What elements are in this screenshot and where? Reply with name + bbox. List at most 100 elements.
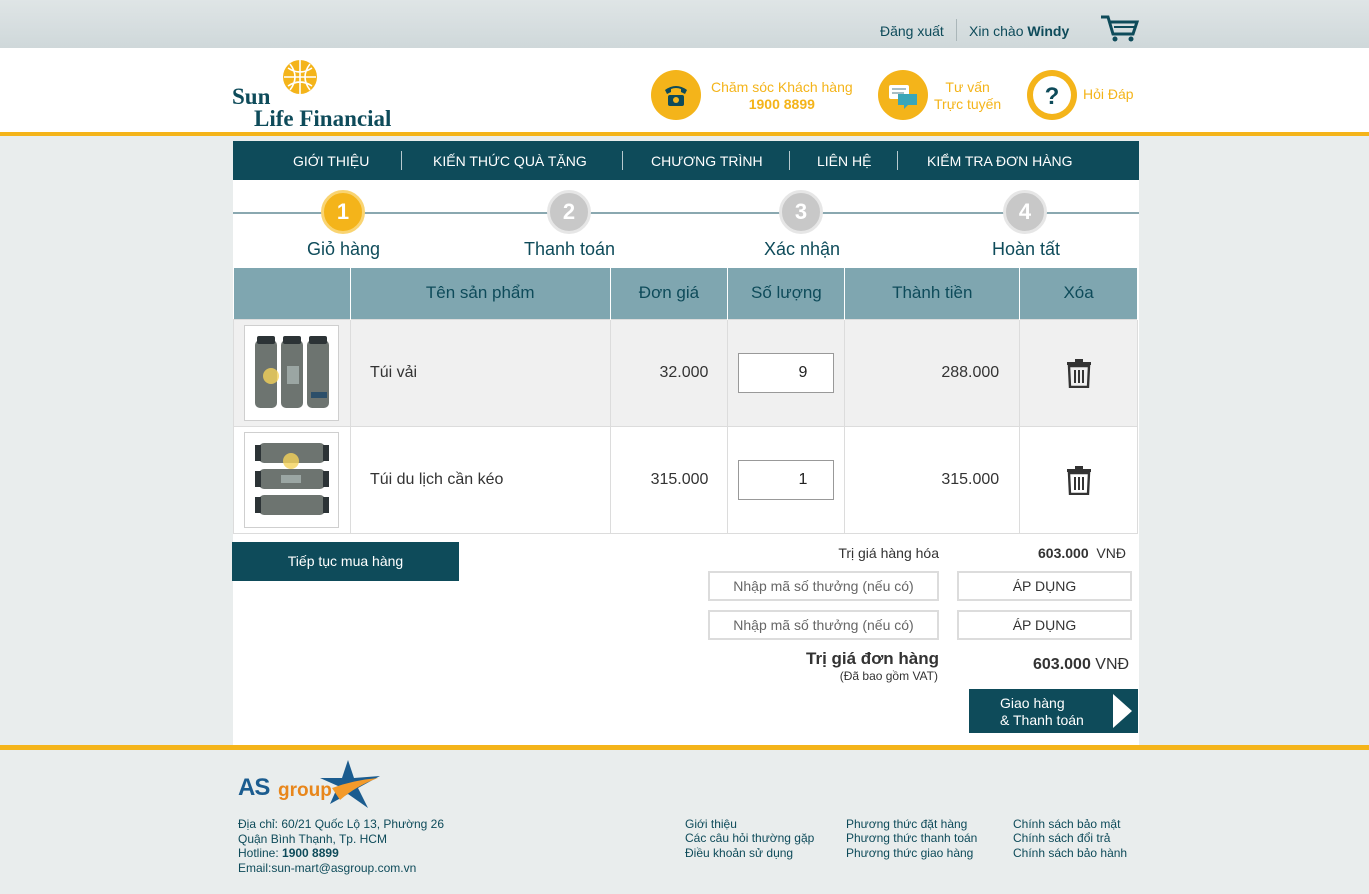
checkout-label-line2: & Thanh toán: [1000, 712, 1084, 728]
order-total-currency: VNĐ: [1095, 656, 1130, 673]
coupon-input[interactable]: [708, 571, 939, 601]
checkout-button[interactable]: Giao hàng & Thanh toán: [969, 689, 1138, 733]
step-3-label: Xác nhận: [764, 239, 841, 259]
online-consult-link[interactable]: Tư vấn Trực tuyến: [878, 70, 1008, 122]
unit-price: 32.000: [609, 318, 729, 427]
nav-divider: [622, 151, 623, 170]
step-2-circle: 2: [547, 190, 591, 234]
nav-divider: [401, 151, 402, 170]
order-total-value: 603.000: [1033, 656, 1091, 673]
product-name: Túi du lịch cần kéo: [349, 425, 611, 534]
coupon-input[interactable]: [708, 610, 939, 640]
logo-text-group: group: [278, 780, 332, 801]
continue-shopping-button[interactable]: Tiếp tục mua hàng: [232, 542, 459, 581]
table-header-row: Tên sản phẩm Đơn giá Số lượng Thành tiền…: [233, 268, 1138, 319]
greeting-prefix: Xin chào: [969, 23, 1024, 39]
order-total-label: Trị giá đơn hàng: [806, 649, 939, 668]
table-row: Túi vải 32.000 288.000: [233, 318, 1138, 427]
cart-icon[interactable]: [1100, 14, 1140, 42]
step-3-circle: 3: [779, 190, 823, 234]
username: Windy: [1027, 23, 1070, 39]
footer-link-privacy[interactable]: Chính sách bảo mật: [1013, 817, 1120, 832]
sun-logo-icon: [283, 60, 317, 94]
chat-icon: [878, 70, 928, 120]
footer-link-returns[interactable]: Chính sách đổi trả: [1013, 831, 1110, 846]
address-line1: Địa chỉ: 60/21 Quốc Lộ 13, Phường 26: [238, 817, 445, 831]
consult-line1: Tư vấn: [945, 79, 990, 95]
arrow-right-icon: [1113, 694, 1132, 728]
footer-link-terms[interactable]: Điều khoản sử dụng: [685, 846, 793, 861]
footer-link-warranty[interactable]: Chính sách bảo hành: [1013, 846, 1127, 861]
footer-address: Địa chỉ: 60/21 Quốc Lộ 13, Phường 26 Quậ…: [238, 817, 444, 875]
phone-icon: [651, 70, 701, 120]
logo-text-as: AS: [238, 774, 270, 801]
customer-care-phone: 1900 8899: [748, 96, 815, 112]
greeting: Xin chào Windy: [969, 23, 1069, 39]
product-image[interactable]: [244, 324, 340, 421]
trash-icon[interactable]: [1066, 465, 1092, 495]
main-nav: GIỚI THIỆU KIẾN THỨC QUÀ TẶNG CHƯƠNG TRÌ…: [233, 141, 1139, 180]
cart-table: Tên sản phẩm Đơn giá Số lượng Thành tiền…: [233, 268, 1138, 534]
nav-divider: [897, 151, 898, 170]
subtotal-currency: VNĐ: [1096, 545, 1126, 561]
nav-item-gift-knowledge[interactable]: KIẾN THỨC QUÀ TẶNG: [433, 153, 587, 169]
nav-item-contact[interactable]: LIÊN HỆ: [817, 153, 871, 169]
header-quantity: Số lượng: [727, 268, 846, 319]
footer-link-ordering[interactable]: Phương thức đặt hàng: [846, 817, 967, 832]
line-total: 315.000: [844, 425, 1021, 534]
sun-life-logo[interactable]: Sun Life Financial: [232, 56, 402, 131]
header-line-total: Thành tiền: [844, 268, 1021, 319]
apply-coupon-button[interactable]: ÁP DỤNG: [957, 571, 1132, 601]
hotline-label: Hotline:: [238, 846, 279, 860]
logout-link[interactable]: Đăng xuất: [880, 23, 944, 39]
unit-price: 315.000: [609, 425, 729, 534]
product-name: Túi vải: [349, 318, 611, 427]
footer-link-payment[interactable]: Phương thức thanh toán: [846, 831, 977, 846]
as-group-logo[interactable]: AS group: [238, 758, 388, 813]
checkout-label-line1: Giao hàng: [1000, 695, 1065, 711]
subtotal-value: 603.000: [1038, 545, 1089, 561]
question-icon: ?: [1027, 70, 1077, 120]
footer-link-faq[interactable]: Các câu hỏi thường gặp: [685, 831, 814, 846]
quantity-input[interactable]: [738, 352, 835, 393]
step-4-circle: 4: [1003, 190, 1047, 234]
nav-item-intro[interactable]: GIỚI THIỆU: [293, 153, 369, 169]
address-line2: Quận Bình Thạnh, Tp. HCM: [238, 831, 387, 846]
hotline: Hotline: 1900 8899: [238, 846, 444, 861]
quantity-input[interactable]: [738, 459, 835, 500]
step-1-label: Giỏ hàng: [307, 239, 381, 259]
hotline-value: 1900 8899: [282, 846, 339, 860]
consult-line2: Trực tuyến: [934, 96, 1002, 112]
footer-link-shipping[interactable]: Phương thức giao hàng: [846, 846, 973, 861]
svg-text:?: ?: [1045, 83, 1060, 110]
order-total-amount: 603.000 VNĐ: [1033, 656, 1129, 674]
header-image: [233, 268, 351, 319]
logo-text-life-financial: Life Financial: [254, 106, 392, 131]
top-bar: Đăng xuất Xin chào Windy: [0, 0, 1369, 48]
table-row: Túi du lịch cần kéo 315.000 315.000: [233, 425, 1138, 534]
nav-item-programs[interactable]: CHƯƠNG TRÌNH: [651, 153, 763, 169]
header-product-name: Tên sản phẩm: [350, 268, 611, 319]
faq-link[interactable]: ? Hỏi Đáp: [1027, 70, 1147, 122]
apply-coupon-button[interactable]: ÁP DỤNG: [957, 610, 1132, 640]
vat-note: (Đã bao gồm VAT): [839, 669, 938, 683]
product-image[interactable]: [244, 431, 340, 528]
subtotal-label: Trị giá hàng hóa: [838, 545, 939, 561]
header-delete: Xóa: [1019, 268, 1138, 319]
step-2-label: Thanh toán: [524, 239, 616, 259]
trash-icon[interactable]: [1066, 358, 1092, 388]
step-1-circle: 1: [321, 190, 365, 234]
faq-label: Hỏi Đáp: [1083, 86, 1134, 102]
site-header: Sun Life Financial Chăm sóc Khách hàng 1…: [0, 48, 1369, 136]
divider: [956, 19, 957, 41]
customer-care-link[interactable]: Chăm sóc Khách hàng 1900 8899: [651, 70, 861, 122]
step-4-label: Hoàn tất: [992, 239, 1061, 259]
email: Email:sun-mart@asgroup.com.vn: [238, 860, 417, 875]
subtotal-amount: 603.000 VNĐ: [1038, 545, 1126, 561]
customer-care-label: Chăm sóc Khách hàng: [711, 79, 853, 95]
header-unit-price: Đơn giá: [610, 268, 729, 319]
line-total: 288.000: [844, 318, 1021, 427]
footer-link-intro[interactable]: Giới thiệu: [685, 817, 737, 832]
nav-divider: [789, 151, 790, 170]
nav-item-order-check[interactable]: KIỂM TRA ĐƠN HÀNG: [927, 153, 1073, 169]
